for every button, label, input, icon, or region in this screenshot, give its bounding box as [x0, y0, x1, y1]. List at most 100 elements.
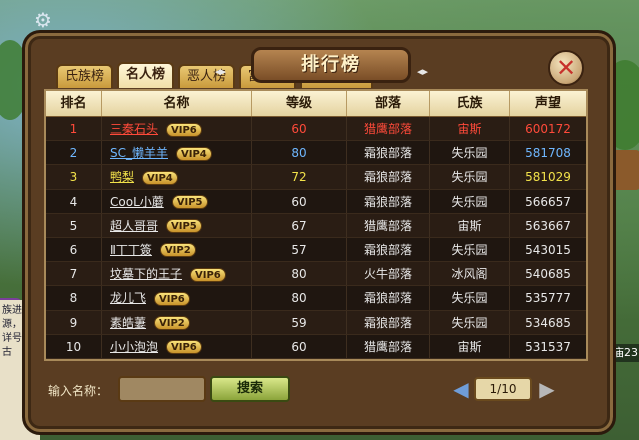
search-button[interactable]: 搜索 [210, 376, 290, 402]
vip-badge: VIP6 [190, 267, 226, 282]
player-name-link[interactable]: Ⅱ丅丅簽 [110, 243, 152, 257]
tribe-cell: 猎鹰部落 [347, 334, 430, 358]
triangle-right-icon[interactable]: ▶ [536, 378, 558, 400]
name-cell: 小小泡泡 VIP6 [102, 334, 252, 358]
clan-cell: 失乐园 [430, 189, 510, 213]
level-cell: 80 [252, 141, 347, 165]
player-name-link[interactable]: CooL小蘑 [110, 195, 164, 209]
vip-badge: VIP5 [166, 219, 202, 234]
table-row[interactable]: 6 Ⅱ丅丅簽 VIP2 57 霜狼部落 失乐园 543015 [46, 237, 586, 263]
rank-cell: 9 [46, 310, 102, 334]
player-name-link[interactable]: SC_懒羊羊 [110, 146, 168, 160]
tab-villain[interactable]: 恶人榜 [178, 64, 236, 88]
table-header: 排名 名称 等级 部落 氏族 声望 [46, 91, 586, 117]
vip-badge: VIP6 [154, 291, 190, 306]
fame-cell: 566657 [525, 194, 571, 209]
rank-cell: 2 [46, 141, 102, 165]
table-row[interactable]: 9 素皓萋 VIP2 59 霜狼部落 失乐园 534685 [46, 310, 586, 335]
table-row[interactable]: 3 鸭梨 VIP4 72 霜狼部落 失乐园 581029 [46, 165, 586, 190]
triangle-left-icon[interactable]: ◀ [450, 378, 472, 400]
player-name-link[interactable]: 坟墓下的王子 [110, 267, 182, 281]
fame-cell: 534685 [525, 315, 571, 330]
name-cell: 三秦石头 VIP6 [102, 117, 252, 141]
rank-cell: 5 [46, 213, 102, 237]
rank-cell: 4 [46, 189, 102, 213]
fame-cell: 531537 [525, 339, 571, 354]
vip-badge: VIP5 [171, 195, 208, 210]
clan-cell: 宙斯 [430, 213, 510, 237]
table-body: 1 三秦石头 VIP6 60 猎鹰部落 宙斯 600172 2 SC_懒羊羊 VIP4 80 霜狼部落… [46, 117, 586, 359]
arrow-left-icon: ◂▸ [215, 65, 227, 78]
name-cell: 鸭梨 VIP4 [102, 165, 252, 189]
player-name-link[interactable]: 素皓萋 [110, 316, 146, 330]
header-rank: 排名 [46, 91, 102, 116]
player-name-link[interactable]: 龙儿飞 [110, 291, 146, 305]
name-cell: Ⅱ丅丅簽 VIP2 [102, 237, 252, 262]
vip-badge: VIP4 [176, 146, 212, 161]
table-row[interactable]: 2 SC_懒羊羊 VIP4 80 霜狼部落 失乐园 581708 [46, 141, 586, 166]
gear-icon[interactable]: ⚙ [34, 8, 52, 32]
level-cell: 67 [252, 213, 347, 237]
arrow-right-icon: ◂▸ [417, 65, 429, 78]
vip-badge: VIP6 [166, 340, 202, 355]
fame-cell: 581029 [525, 170, 571, 185]
player-name-link[interactable]: 鸭梨 [110, 170, 134, 184]
level-cell: 60 [252, 189, 347, 213]
close-icon: ✕ [555, 54, 577, 82]
tribe-cell: 猎鹰部落 [347, 213, 430, 237]
tribe-cell: 火牛部落 [347, 262, 430, 286]
name-cell: 超人哥哥 VIP5 [102, 213, 252, 237]
header-tribe: 部落 [347, 91, 430, 116]
fame-cell: 535777 [525, 291, 571, 306]
player-name-link[interactable]: 超人哥哥 [110, 219, 158, 233]
search-label: 输入名称： [48, 384, 109, 398]
name-cell: 素皓萋 VIP2 [102, 310, 252, 334]
player-name-link[interactable]: 三秦石头 [110, 122, 158, 136]
tribe-cell: 霜狼部落 [347, 141, 430, 165]
table-row[interactable]: 8 龙儿飞 VIP6 80 霜狼部落 失乐园 535777 [46, 286, 586, 311]
clan-cell: 失乐园 [430, 237, 510, 262]
table-row[interactable]: 5 超人哥哥 VIP5 67 猎鹰部落 宙斯 563667 [46, 213, 586, 238]
clan-cell: 失乐园 [430, 310, 510, 334]
rank-cell: 7 [46, 262, 102, 286]
rank-cell: 10 [46, 334, 102, 358]
clan-cell: 冰风阁 [430, 262, 510, 286]
window-title: 排行榜 [251, 47, 411, 83]
clan-cell: 宙斯 [430, 334, 510, 358]
table-row[interactable]: 4 CooL小蘑 VIP5 60 霜狼部落 失乐园 566657 [46, 189, 586, 214]
fame-cell: 540685 [525, 267, 571, 282]
name-cell: SC_懒羊羊 VIP4 [102, 141, 252, 165]
header-fame: 声望 [534, 96, 561, 111]
vip-badge: VIP6 [166, 122, 202, 137]
search-input[interactable] [118, 376, 206, 402]
tab-clan[interactable]: 氏族榜 [56, 64, 114, 88]
vip-badge: VIP2 [154, 316, 190, 330]
name-cell: 龙儿飞 VIP6 [102, 286, 252, 310]
clan-cell: 失乐园 [430, 286, 510, 310]
tribe-cell: 霜狼部落 [347, 165, 430, 189]
level-cell: 57 [252, 237, 347, 262]
rank-cell: 3 [46, 165, 102, 189]
fame-cell: 600172 [525, 122, 571, 136]
tribe-cell: 霜狼部落 [347, 237, 430, 262]
header-level: 等级 [252, 91, 347, 116]
bottom-bar: 输入名称： 搜索 ◀ 1/10 ▶ [44, 372, 588, 406]
level-cell: 72 [252, 165, 347, 189]
tribe-cell: 霜狼部落 [347, 189, 430, 213]
level-cell: 80 [252, 262, 347, 286]
tab-celebrity[interactable]: 名人榜 [117, 62, 175, 88]
name-cell: CooL小蘑 VIP5 [102, 189, 252, 213]
rank-cell: 6 [46, 237, 102, 262]
table-row[interactable]: 7 坟墓下的王子 VIP6 80 火牛部落 冰风阁 540685 [46, 262, 586, 287]
table-row[interactable]: 10 小小泡泡 VIP6 60 猎鹰部落 宙斯 531537 [46, 334, 586, 359]
ranking-table: 排名 名称 等级 部落 氏族 声望 1 三秦石头 VIP6 60 猎鹰部落 宙斯 60017… [44, 89, 588, 361]
tribe-cell: 霜狼部落 [347, 310, 430, 334]
player-name-link[interactable]: 小小泡泡 [110, 340, 158, 354]
clan-cell: 宙斯 [430, 117, 510, 141]
close-button[interactable]: ✕ [548, 50, 584, 86]
table-row[interactable]: 1 三秦石头 VIP6 60 猎鹰部落 宙斯 600172 [46, 117, 586, 142]
level-cell: 59 [252, 310, 347, 334]
rank-cell: 8 [46, 286, 102, 310]
fame-cell: 563667 [525, 218, 571, 233]
fame-cell: 543015 [525, 242, 571, 257]
